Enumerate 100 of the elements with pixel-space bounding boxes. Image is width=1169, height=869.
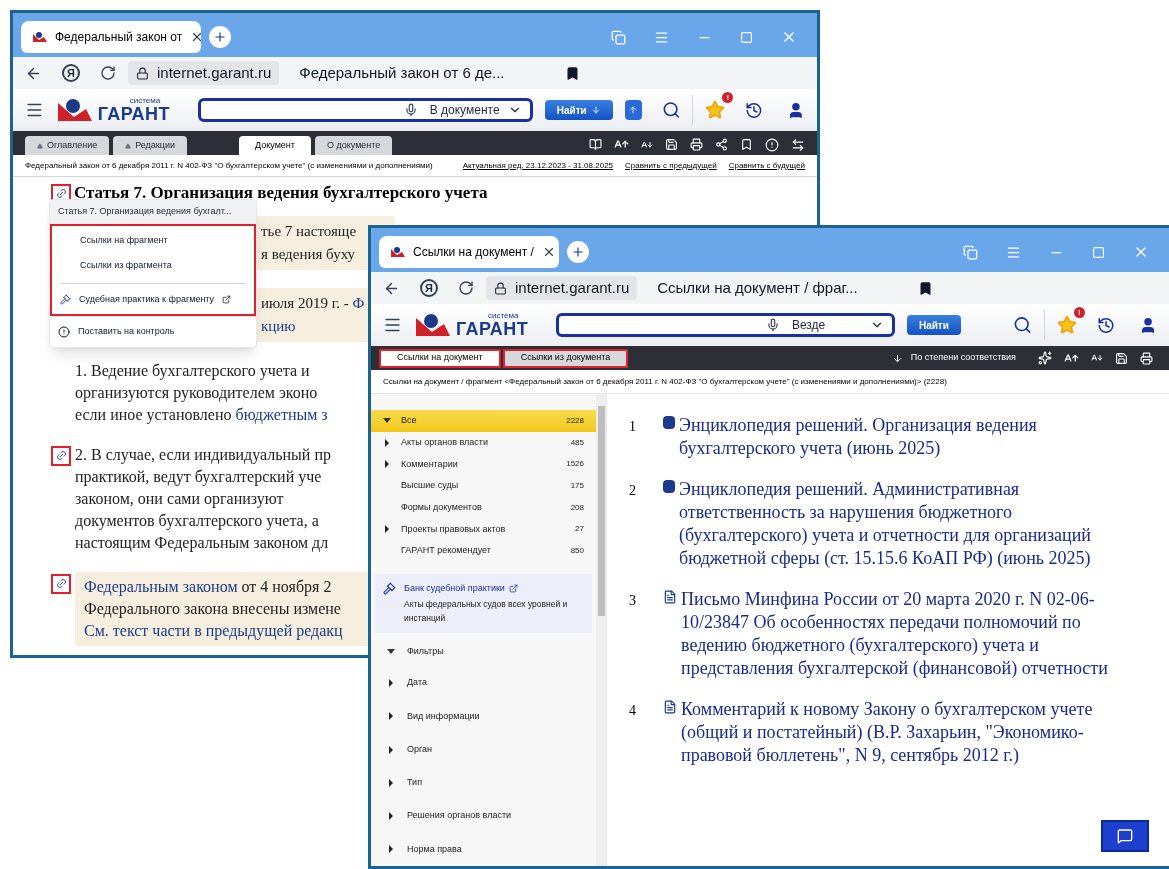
- reload-icon[interactable]: [100, 65, 116, 81]
- font-decrease-icon[interactable]: [641, 138, 653, 151]
- history-icon[interactable]: [1096, 315, 1115, 335]
- menu-item[interactable]: Ссылки из фрагмента: [52, 253, 254, 279]
- collapse-icon[interactable]: [387, 649, 395, 655]
- category-item[interactable]: Комментарии 1526: [371, 453, 596, 476]
- menu-item[interactable]: Поставить на контроль: [50, 319, 256, 345]
- arrow-down-icon: [891, 352, 903, 364]
- filters-header[interactable]: Фильтры: [371, 637, 596, 667]
- paragraph-line: 2. В случае, если индивидуальный пр: [75, 444, 331, 466]
- expand-icon[interactable]: [389, 712, 393, 721]
- collapse-icon[interactable]: [383, 418, 391, 424]
- browser-logo[interactable]: Я: [420, 279, 438, 297]
- book-icon[interactable]: [589, 138, 602, 151]
- save-icon[interactable]: [665, 138, 678, 151]
- address-field[interactable]: internet.garant.ru: [128, 61, 280, 85]
- anchor-link-button[interactable]: [51, 573, 71, 594]
- sort-button[interactable]: По степени соответствия: [891, 351, 1016, 365]
- browser-logo[interactable]: Я: [62, 64, 80, 82]
- print-icon[interactable]: [1140, 351, 1153, 365]
- court-practice-description: Акты федеральных судов всех уровней и инстанций: [404, 598, 569, 626]
- scope-dropdown[interactable]: В документе: [429, 101, 522, 119]
- search-field[interactable]: Везде: [556, 313, 895, 337]
- browser-tab[interactable]: Ссылки на документ /: [379, 236, 559, 268]
- alert-icon[interactable]: [765, 137, 779, 152]
- expand-icon[interactable]: [389, 778, 393, 787]
- filter-item[interactable]: Дата: [371, 666, 596, 700]
- find-button[interactable]: Найти: [906, 315, 961, 335]
- compare-icon[interactable]: [791, 137, 805, 152]
- result-number: 3: [629, 592, 637, 610]
- filter-item[interactable]: Решения органов власти: [371, 799, 596, 833]
- expand-icon[interactable]: [385, 525, 389, 534]
- category-item[interactable]: ГАРАНТ рекомендует 850: [371, 540, 596, 562]
- document-tab[interactable]: Документ: [239, 136, 311, 155]
- expand-icon[interactable]: [389, 679, 393, 687]
- lock-icon: [494, 281, 507, 295]
- paragraph-line: 1. Ведение бухгалтерского учета и: [75, 360, 310, 382]
- chat-button[interactable]: [1101, 820, 1149, 852]
- bookmark-icon[interactable]: [917, 280, 933, 296]
- menu-title: Статья 7. Организация ведения бухгалт...: [50, 200, 256, 224]
- category-item[interactable]: Высшие суды 175: [371, 475, 596, 497]
- history-icon[interactable]: [745, 100, 764, 120]
- garant-favicon-icon: [391, 247, 405, 257]
- menu-item[interactable]: Ссылки на фрагмент: [52, 227, 254, 253]
- plus-icon: [571, 245, 585, 259]
- filter-item[interactable]: Тип: [371, 766, 596, 800]
- new-tab-button[interactable]: [567, 241, 589, 263]
- user-icon[interactable]: [787, 100, 805, 120]
- scope-dropdown[interactable]: Везде: [791, 316, 884, 334]
- document-tab[interactable]: Редакции: [113, 136, 187, 155]
- bookmark-icon[interactable]: [564, 65, 580, 81]
- address-field[interactable]: internet.garant.ru: [486, 276, 638, 300]
- document-tab[interactable]: Оглавление: [25, 136, 110, 155]
- result-link[interactable]: Комментарий к новому Закону о бухгалтерском учете (общий и постатейный) (В.Р. Захарьин, "Экономико-правовой бюллетень", N 9, сентябрь 2012 г.): [681, 698, 1111, 767]
- up-button[interactable]: [624, 100, 642, 120]
- result-link[interactable]: Энциклопедия решений. Административная ответственность за нарушения бюджетного (бухгалтерского) учета и отчетности для организаций бюджетной сферы (ст. 15.15.6 КоАП РФ) (июнь 2025): [679, 478, 1109, 570]
- plus-icon: [213, 30, 227, 44]
- document-tab[interactable]: О документе: [314, 136, 393, 155]
- note-line: Федеральным законом от 4 ноября 2: [84, 576, 332, 598]
- garant-logo-icon: [414, 312, 452, 338]
- compare-link[interactable]: Сравнить с предыдущей: [625, 159, 717, 172]
- microphone-icon[interactable]: [765, 318, 780, 332]
- category-item[interactable]: Формы документов 208: [371, 496, 596, 519]
- sparkle-icon[interactable]: [1038, 351, 1052, 365]
- microphone-icon[interactable]: [403, 103, 418, 117]
- category-item[interactable]: Проекты правовых актов 27: [371, 518, 596, 541]
- share-icon[interactable]: [715, 138, 728, 151]
- bookmark-icon[interactable]: [740, 138, 753, 151]
- filter-item[interactable]: Норма права: [371, 832, 596, 866]
- filter-item[interactable]: Вид информации: [371, 699, 596, 733]
- expand-icon[interactable]: [385, 438, 389, 447]
- reload-icon[interactable]: [458, 280, 474, 296]
- result-link[interactable]: Письмо Минфина России от 20 марта 2020 г. N 02-06-10/23847 Об особенностях передачи полномочий по ведению бюджетного (бухгалтерского) учета и представления бухгалтерской (финансовой) отчетности: [681, 588, 1111, 680]
- expand-icon[interactable]: [389, 812, 393, 821]
- result-link[interactable]: Энциклопедия решений. Организация ведения бухгалтерского учета (июнь 2025): [679, 414, 1109, 460]
- paragraph-line: если иное установлено бюджетным з: [75, 404, 328, 426]
- font-decrease-icon[interactable]: [1091, 352, 1103, 364]
- expand-icon[interactable]: [389, 845, 393, 854]
- filter-item[interactable]: Орган: [371, 732, 596, 767]
- find-button[interactable]: Найти: [544, 100, 613, 120]
- print-icon[interactable]: [690, 138, 703, 151]
- anchor-link-button[interactable]: [51, 445, 71, 466]
- result-tab[interactable]: Ссылки на документ: [379, 348, 501, 368]
- paragraph-line: настоящим Федеральным законом дл: [75, 532, 329, 554]
- compare-link[interactable]: Сравнить с будущей: [728, 159, 805, 172]
- result-tab[interactable]: Ссылки из документа: [502, 348, 629, 368]
- note-line: Федерального закона внесены измене: [84, 598, 341, 620]
- search-field[interactable]: В документе: [197, 98, 533, 122]
- search-icon[interactable]: [661, 100, 681, 120]
- result-number: 1: [629, 418, 637, 436]
- browser-tab[interactable]: Федеральный закон от: [21, 21, 201, 53]
- expand-icon[interactable]: [385, 460, 389, 469]
- category-item[interactable]: Все 2228: [371, 410, 596, 432]
- expand-icon[interactable]: [389, 745, 393, 754]
- court-practice-card[interactable]: Банк судебной практики Акты федеральных судов всех уровней и инстанций: [375, 573, 592, 634]
- save-icon[interactable]: [1115, 351, 1128, 365]
- category-item[interactable]: Акты органов власти 485: [371, 431, 596, 454]
- court-practice-link[interactable]: Банк судебной практики: [404, 581, 505, 596]
- search-icon[interactable]: [1012, 315, 1032, 335]
- scrollbar-thumb[interactable]: [597, 406, 605, 616]
